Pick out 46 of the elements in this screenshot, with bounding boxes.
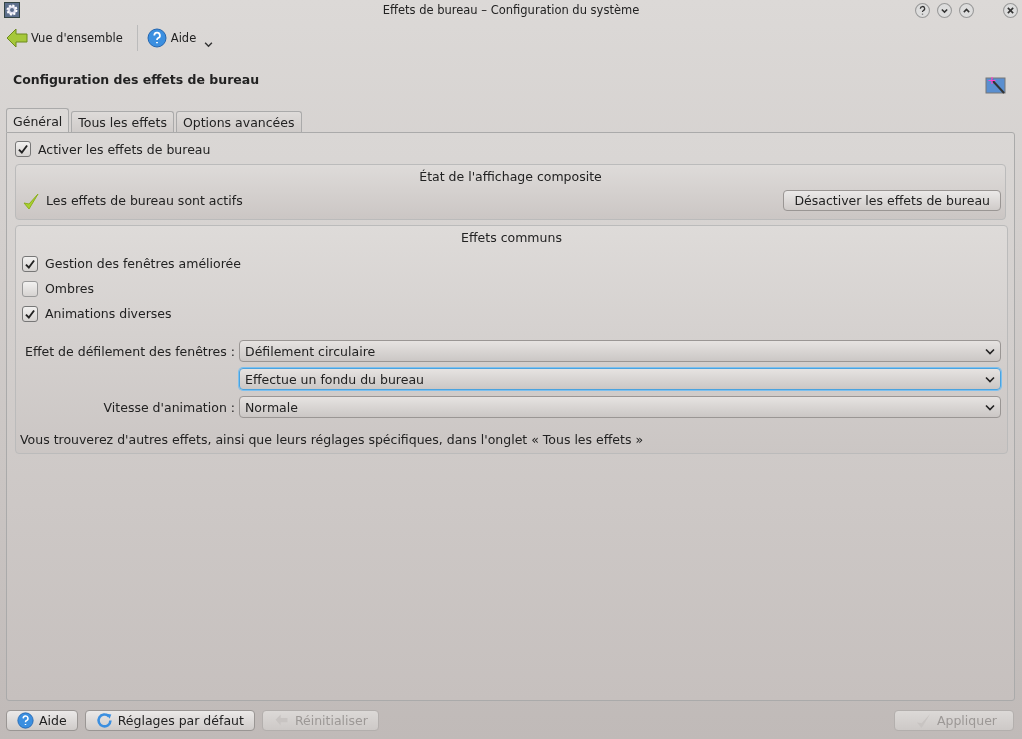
close-icon[interactable]	[1003, 2, 1018, 18]
chevron-down-icon	[985, 403, 995, 411]
footer-button[interactable]: Aide	[6, 710, 78, 731]
checkbox-label: Ombres	[45, 281, 95, 296]
help-icon	[145, 28, 168, 48]
checkbox-option[interactable]: Animations diverses	[22, 301, 1007, 326]
dropdown[interactable]: Normale	[239, 396, 1001, 418]
maximize-icon[interactable]	[959, 2, 974, 18]
checkmark-icon	[22, 191, 40, 210]
checkbox[interactable]	[15, 141, 31, 157]
help-icon	[17, 712, 34, 729]
chevron-down-icon	[985, 347, 995, 355]
refresh-icon	[95, 712, 113, 729]
back-arrow-icon	[6, 28, 28, 48]
tab[interactable]: Tous les effets	[71, 111, 174, 132]
magic-wand-icon	[985, 76, 1007, 96]
group-title: Effets communs	[460, 229, 563, 247]
checkbox-label: Animations diverses	[45, 306, 172, 321]
toolbar-button[interactable]: Aide	[143, 26, 199, 50]
checkbox[interactable]	[22, 255, 38, 272]
page-heading: Configuration des effets de bureau	[13, 71, 260, 87]
tab[interactable]: Général	[6, 108, 70, 132]
checkbox-label: Gestion des fenêtres améliorée	[45, 256, 241, 271]
status-text: Les effets de bureau sont actifs	[46, 193, 243, 208]
checkbox-label: Activer les effets de bureau	[38, 141, 211, 157]
dropdown-caret-icon[interactable]	[204, 40, 214, 48]
checkbox-option[interactable]: Gestion des fenêtres améliorée	[22, 251, 1007, 276]
gear-icon[interactable]	[4, 2, 20, 18]
field-label: Vitesse d'animation :	[102, 399, 235, 415]
disable-effects-button[interactable]: Désactiver les effets de bureau	[783, 190, 1001, 211]
footer-button[interactable]: Réglages par défaut	[84, 710, 255, 731]
checkbox[interactable]	[22, 280, 38, 297]
checkbox[interactable]	[22, 305, 38, 322]
tab[interactable]: Options avancées	[175, 111, 302, 132]
checkbox-option[interactable]: Activer les effets de bureau	[15, 139, 1006, 159]
info-text: Vous trouverez d'autres effets, ainsi que leurs réglages spécifiques, dans l'onglet « Tous les effets »	[20, 432, 645, 447]
dropdown[interactable]: Défilement circulaire	[239, 340, 1001, 362]
group-title: État de l'affichage composite	[418, 168, 603, 186]
toolbar-button[interactable]: Vue d'ensemble	[4, 26, 125, 50]
field-label: Effet de défilement des fenêtres :	[24, 343, 235, 359]
window-title: Effets de bureau – Configuration du système	[382, 3, 640, 17]
dropdown[interactable]: Effectue un fondu du bureau	[239, 368, 1001, 390]
checkbox-option[interactable]: Ombres	[22, 276, 1007, 301]
chevron-down-icon	[985, 375, 995, 383]
help-icon[interactable]	[915, 2, 930, 18]
minimize-icon[interactable]	[937, 2, 952, 18]
